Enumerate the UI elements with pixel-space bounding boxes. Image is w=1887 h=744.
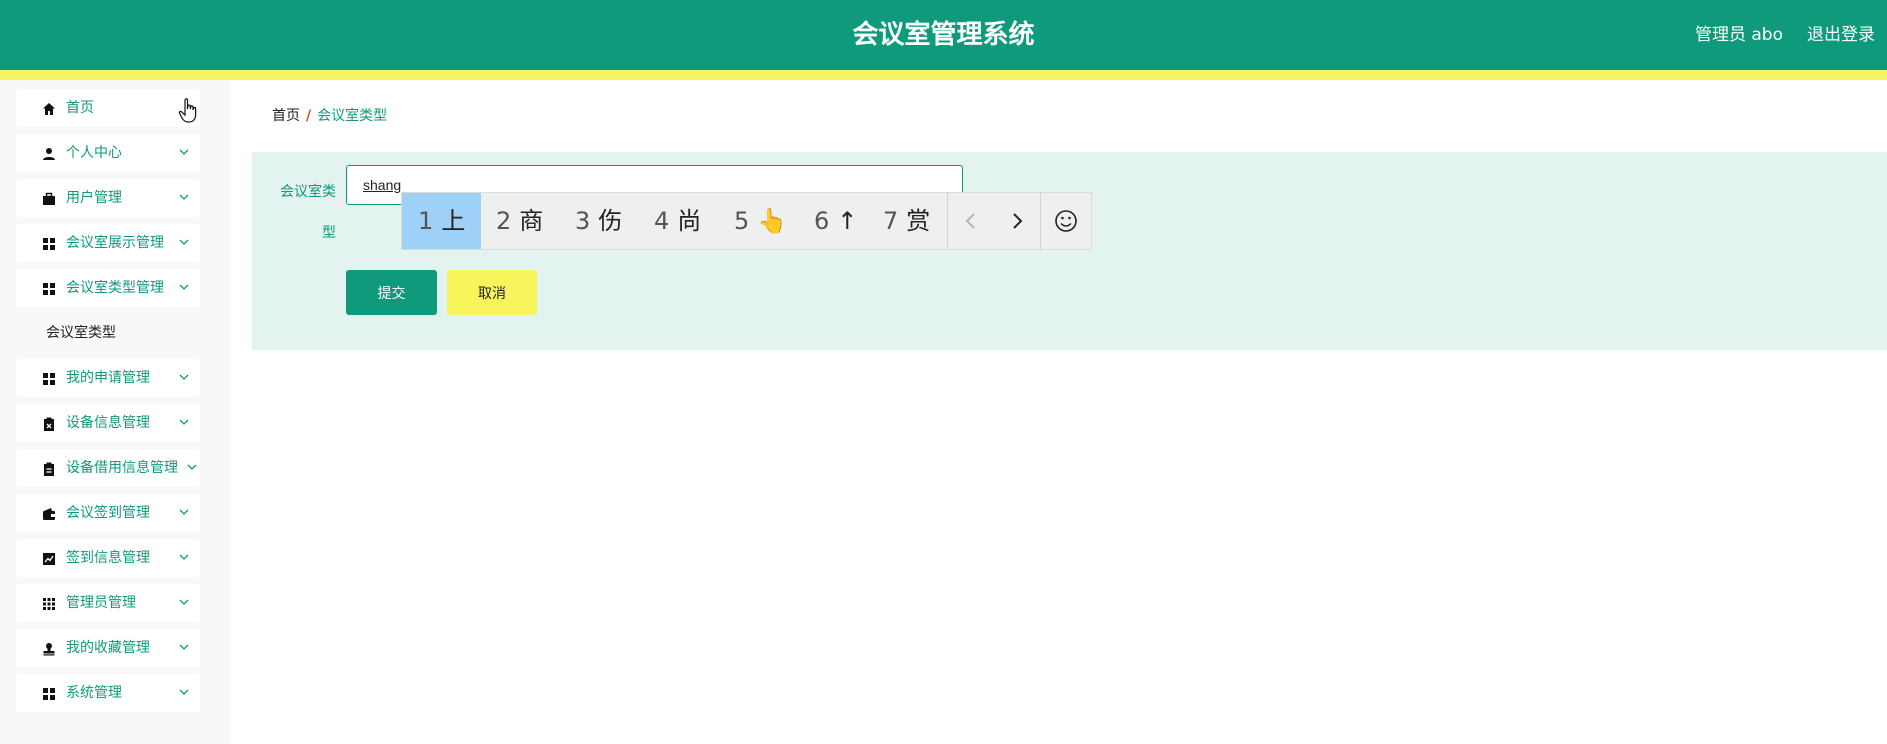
breadcrumb-current: 会议室类型 bbox=[317, 108, 388, 124]
sidebar-item-label: 会议室类型管理 bbox=[66, 280, 164, 296]
chevron-right-icon bbox=[1013, 213, 1023, 229]
ime-emoji-button[interactable] bbox=[1041, 193, 1091, 249]
sidebar-item-room-display[interactable]: 会议室展示管理 bbox=[16, 224, 200, 262]
ime-candidate-4[interactable]: 4尚 bbox=[654, 193, 701, 249]
wallet-icon bbox=[43, 508, 55, 520]
ime-prev-button[interactable] bbox=[948, 193, 994, 249]
chevron-down-icon bbox=[179, 149, 189, 155]
grid-icon bbox=[43, 238, 55, 250]
sidebar-item-device-info[interactable]: 设备信息管理 bbox=[16, 404, 200, 442]
sidebar-item-label: 设备借用信息管理 bbox=[66, 460, 178, 476]
cancel-button[interactable]: 取消 bbox=[447, 270, 537, 315]
chevron-down-icon bbox=[179, 374, 189, 380]
ime-candidate-1[interactable]: 1上 bbox=[402, 193, 481, 249]
sidebar-item-personal-center[interactable]: 个人中心 bbox=[16, 134, 200, 172]
ime-candidate-bar: 1上 2商 3伤 4尚 5 👆 6 ↑ 7赏 bbox=[401, 192, 1092, 250]
submit-button[interactable]: 提交 bbox=[346, 270, 437, 315]
sidebar-item-label: 用户管理 bbox=[66, 190, 122, 206]
chevron-down-icon bbox=[179, 509, 189, 515]
sidebar-item-checkin-info[interactable]: 签到信息管理 bbox=[16, 539, 200, 577]
grid-icon bbox=[43, 373, 55, 385]
app-title: 会议室管理系统 bbox=[852, 20, 1035, 50]
chevron-down-icon bbox=[179, 599, 189, 605]
chart-line-icon bbox=[43, 553, 55, 565]
sidebar-item-label: 管理员管理 bbox=[66, 595, 136, 611]
sidebar-item-label: 会议签到管理 bbox=[66, 505, 150, 521]
ime-candidate-6[interactable]: 6 ↑ bbox=[814, 193, 857, 249]
sidebar-item-admin-management[interactable]: 管理员管理 bbox=[16, 584, 200, 622]
breadcrumb: 首页 / 会议室类型 bbox=[272, 106, 387, 126]
ime-candidate-7[interactable]: 7赏 bbox=[883, 193, 930, 249]
sidebar-item-label: 签到信息管理 bbox=[66, 550, 150, 566]
grid-icon bbox=[43, 688, 55, 700]
chevron-down-icon bbox=[179, 689, 189, 695]
ime-candidate-3[interactable]: 3伤 bbox=[575, 193, 622, 249]
sidebar-item-label: 个人中心 bbox=[66, 145, 122, 161]
header-stripe bbox=[0, 70, 1887, 80]
sidebar-item-system-management[interactable]: 系统管理 bbox=[16, 674, 200, 712]
ime-next-button[interactable] bbox=[994, 193, 1040, 249]
admin-label: 管理员 abo bbox=[1694, 25, 1783, 45]
sidebar-item-meeting-checkin[interactable]: 会议签到管理 bbox=[16, 494, 200, 532]
chevron-down-icon bbox=[179, 284, 189, 290]
chevron-down-icon bbox=[187, 464, 197, 470]
sidebar-item-label: 会议室展示管理 bbox=[66, 235, 164, 251]
sidebar-item-label: 我的收藏管理 bbox=[66, 640, 150, 656]
sidebar-item-label: 首页 bbox=[66, 100, 94, 116]
smiley-icon bbox=[1055, 210, 1077, 232]
sidebar-item-favorites[interactable]: 我的收藏管理 bbox=[16, 629, 200, 667]
sidebar-item-room-type-management[interactable]: 会议室类型管理 bbox=[16, 269, 200, 307]
breadcrumb-home[interactable]: 首页 bbox=[272, 108, 300, 124]
home-icon bbox=[43, 103, 55, 115]
logout-link[interactable]: 退出登录 bbox=[1807, 0, 1875, 70]
stamp-icon bbox=[43, 643, 55, 656]
sidebar-item-label: 系统管理 bbox=[66, 685, 122, 701]
sidebar-item-my-applications[interactable]: 我的申请管理 bbox=[16, 359, 200, 397]
room-type-label: 会议室类型 bbox=[280, 184, 336, 241]
input-composition-text: shang bbox=[363, 177, 402, 193]
briefcase-icon bbox=[43, 192, 55, 205]
user-icon bbox=[43, 148, 55, 160]
sidebar-item-user-management[interactable]: 用户管理 bbox=[16, 179, 200, 217]
ime-candidate-2[interactable]: 2商 bbox=[496, 193, 543, 249]
hand-cursor-icon bbox=[178, 98, 197, 123]
chevron-down-icon bbox=[179, 194, 189, 200]
sidebar-item-label: 设备信息管理 bbox=[66, 415, 150, 431]
clipboard-icon bbox=[44, 462, 54, 476]
chevron-down-icon bbox=[179, 419, 189, 425]
sidebar-item-home[interactable]: 首页 bbox=[16, 89, 200, 127]
chevron-down-icon bbox=[179, 644, 189, 650]
chevron-down-icon bbox=[179, 554, 189, 560]
submenu-item-room-type[interactable]: 会议室类型 bbox=[46, 323, 116, 343]
clipboard-x-icon bbox=[44, 417, 54, 431]
breadcrumb-separator: / bbox=[306, 108, 312, 124]
chevron-left-icon bbox=[965, 213, 975, 229]
grid-icon bbox=[43, 283, 55, 295]
chevron-down-icon bbox=[179, 239, 189, 245]
sidebar-item-device-borrow[interactable]: 设备借用信息管理 bbox=[16, 449, 200, 487]
ime-candidate-5[interactable]: 5 👆 bbox=[734, 193, 787, 249]
sidebar-item-label: 我的申请管理 bbox=[66, 370, 150, 386]
apps-icon bbox=[43, 598, 55, 610]
